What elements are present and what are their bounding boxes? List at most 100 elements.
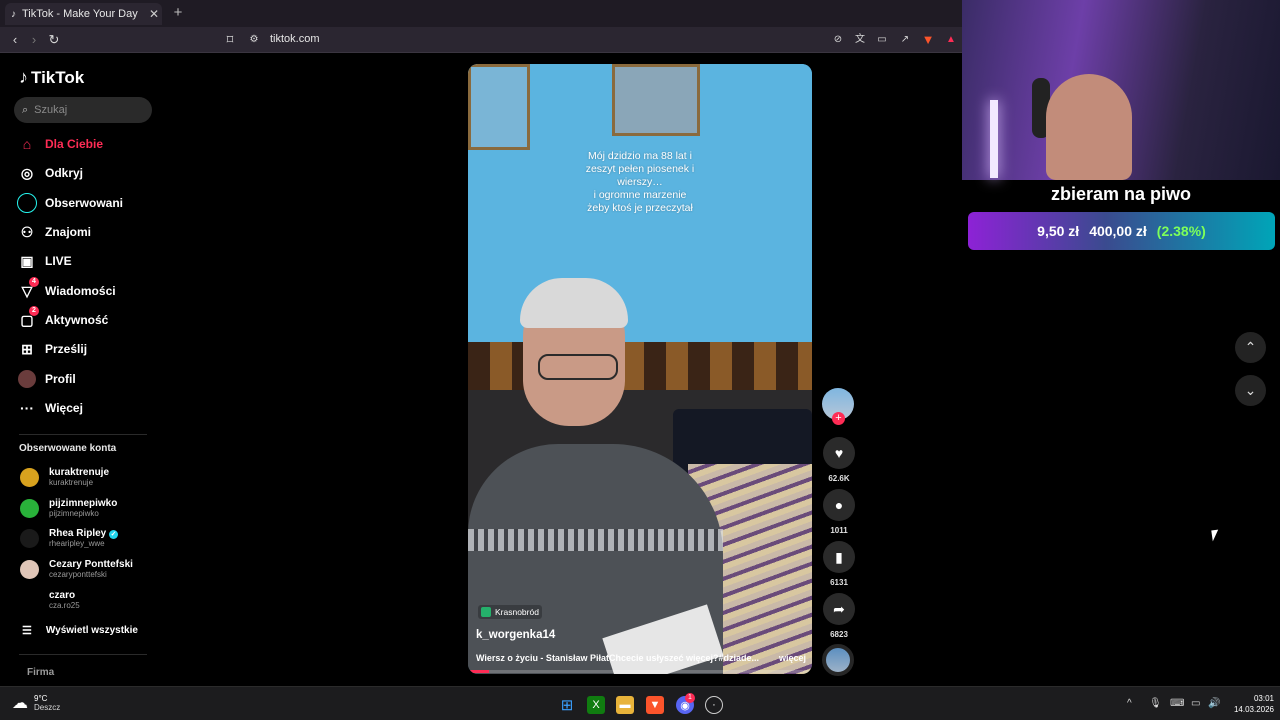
close-tab-icon[interactable]: ✕ xyxy=(146,7,162,21)
streamer xyxy=(1046,74,1132,180)
video-progress-bar[interactable] xyxy=(468,670,812,673)
account-handle: cza.ro25 xyxy=(49,600,80,610)
account-item[interactable]: pijzimnepiwko pijzimnepiwko xyxy=(20,494,160,522)
share-count: 6823 xyxy=(830,630,848,639)
brave-rewards-icon[interactable]: ▲ xyxy=(943,32,959,48)
avatar xyxy=(20,528,39,548)
show-all-label: Wyświetl wszystkie xyxy=(45,625,138,636)
sweater-pattern xyxy=(468,529,723,551)
music-disc[interactable] xyxy=(822,644,854,676)
upload-plus-icon: ⊞ xyxy=(21,340,33,357)
nav-friends[interactable]: ⚇ Znajomi xyxy=(16,220,156,244)
nav-label: Wiadomości xyxy=(45,284,116,298)
account-item[interactable]: kuraktrenuje kuraktrenuje xyxy=(20,463,160,491)
divider xyxy=(19,654,147,655)
no-image-icon[interactable]: ⊘ xyxy=(830,32,846,48)
like-button[interactable]: ♥ xyxy=(823,437,855,469)
account-item[interactable]: czaro cza.ro25 xyxy=(20,586,160,614)
share-icon[interactable]: ↗ xyxy=(897,32,913,48)
next-video-button[interactable]: ⌄ xyxy=(1235,375,1266,406)
nav-profile[interactable]: Profil xyxy=(16,367,156,391)
account-handle: cezaryponttefski xyxy=(49,569,107,579)
keyboard-icon[interactable]: ⌨ xyxy=(1170,698,1184,709)
brave-browser-icon[interactable]: ▼ xyxy=(646,696,664,714)
home-icon: ⌂ xyxy=(22,136,32,152)
avatar xyxy=(20,498,39,518)
weather-widget[interactable]: ☁ 9°C Deszcz xyxy=(12,693,60,713)
nav-explore[interactable]: ◎ Odkryj xyxy=(16,161,156,185)
cast-icon[interactable]: ▭ xyxy=(874,32,890,48)
weather-status: Deszcz xyxy=(34,703,61,712)
date: 14.03.2026 xyxy=(1233,705,1274,714)
bookmark-icon[interactable]: ⌑ xyxy=(222,32,238,48)
man-glasses xyxy=(538,354,618,380)
nav-activity[interactable]: ▢ 2 Aktywność xyxy=(16,306,156,332)
tiktok-logo[interactable]: ♪ TikTok xyxy=(19,67,84,88)
search-placeholder: Szukaj xyxy=(34,104,68,116)
bookmark-icon: ▮ xyxy=(835,548,843,565)
account-item[interactable]: Rhea Ripley ✓ rhearipley_wwe xyxy=(20,524,160,552)
nav-following[interactable]: Obserwowani xyxy=(16,191,156,215)
comment-icon: ● xyxy=(834,497,844,513)
new-tab-button[interactable]: + xyxy=(171,4,185,22)
taskbar: ☁ 9°C Deszcz ⊞ X ▬ ▼ ◉ 1 · ^ 🎙 ⌨ ▭ 🔊 03:0… xyxy=(0,686,1280,720)
nav-upload[interactable]: ⊞ Prześlij xyxy=(16,337,156,361)
reload-icon[interactable]: ↻ xyxy=(46,32,62,48)
display-icon[interactable]: ▭ xyxy=(1191,698,1200,709)
save-button[interactable]: ▮ xyxy=(823,541,855,573)
comment-count: 1011 xyxy=(830,526,848,535)
share-arrow-icon: ➦ xyxy=(833,600,845,617)
search-input[interactable]: ⌕ Szukaj xyxy=(14,97,152,123)
obs-icon[interactable]: · xyxy=(705,696,723,714)
nav-messages[interactable]: ▽ 4 Wiadomości xyxy=(16,277,156,303)
avatar xyxy=(20,559,39,579)
discord-icon[interactable]: ◉ 1 xyxy=(676,693,695,714)
previous-video-button[interactable]: ⌃ xyxy=(1235,332,1266,363)
translate-icon[interactable]: 文 xyxy=(852,32,868,48)
microphone-icon[interactable]: 🎙 xyxy=(1149,698,1162,709)
company-link[interactable]: Firma xyxy=(27,667,54,678)
divider xyxy=(19,434,147,435)
followed-accounts-title: Obserwowane konta xyxy=(19,443,117,454)
tab-tiktok[interactable]: ♪ TikTok - Make Your Day ✕ xyxy=(5,3,162,25)
time: 03:01 xyxy=(1253,694,1274,703)
search-icon: ⌕ xyxy=(22,103,29,116)
nav-more[interactable]: ··· Więcej xyxy=(16,396,156,420)
sidebar: ♪ TikTok ⌕ Szukaj ⌂ Dla Ciebie ◎ Odkryj … xyxy=(0,54,160,686)
nav-label: Profil xyxy=(45,372,76,386)
heart-icon: ♥ xyxy=(834,445,844,461)
account-handle: kuraktrenuje xyxy=(49,477,94,487)
rain-cloud-icon: ☁ xyxy=(12,695,28,712)
address-bar[interactable]: tiktok.com xyxy=(270,33,320,45)
brave-shield-icon[interactable]: ▼ xyxy=(920,32,936,48)
browser-window: ♪ TikTok - Make Your Day ✕ + ‹ › ↻ ⌑ ⚙ t… xyxy=(0,0,962,686)
live-tv-icon: ▣ xyxy=(20,252,34,269)
activity-badge: 2 xyxy=(29,306,39,316)
comment-button[interactable]: ● xyxy=(823,489,855,521)
back-icon[interactable]: ‹ xyxy=(7,32,23,48)
site-info-icon[interactable]: ⚙ xyxy=(246,32,262,48)
location-pin-icon xyxy=(481,607,491,617)
video-author[interactable]: k_worgenka14 xyxy=(476,629,555,641)
nav-live[interactable]: ▣ LIVE xyxy=(16,249,156,273)
forward-icon[interactable]: › xyxy=(26,32,42,48)
clock[interactable]: 03:01 14.03.2026 xyxy=(1224,693,1274,715)
share-button[interactable]: ➦ xyxy=(823,593,855,625)
file-explorer-icon[interactable]: ▬ xyxy=(616,696,634,714)
messages-icon: ▽ 4 xyxy=(16,277,39,302)
tray-chevron-icon[interactable]: ^ xyxy=(1127,698,1132,709)
more-link[interactable]: więcej xyxy=(779,653,806,663)
xbox-icon[interactable]: X xyxy=(587,696,605,714)
account-item[interactable]: Cezary Ponttefski cezaryponttefski xyxy=(20,555,160,583)
nav-for-you[interactable]: ⌂ Dla Ciebie xyxy=(16,132,156,156)
video-player[interactable]: Mój dzidzio ma 88 lat i zeszyt pełen pio… xyxy=(468,64,812,674)
show-all-link[interactable]: ☰ Wyświetl wszystkie xyxy=(22,624,138,637)
caption-text: Mój dzidzio ma 88 lat i zeszyt pełen pio… xyxy=(585,150,695,214)
location-label: Krasnobród xyxy=(495,607,539,617)
follow-plus-icon[interactable]: + xyxy=(832,412,845,425)
browser-toolbar: ‹ › ↻ ⌑ ⚙ tiktok.com ⊘ 文 ▭ ↗ ▼ ▲ xyxy=(0,27,962,53)
account-name: Rhea Ripley xyxy=(49,527,107,539)
windows-start-icon[interactable]: ⊞ xyxy=(558,696,576,714)
location-tag[interactable]: Krasnobród xyxy=(478,605,542,619)
volume-icon[interactable]: 🔊 xyxy=(1208,698,1220,709)
